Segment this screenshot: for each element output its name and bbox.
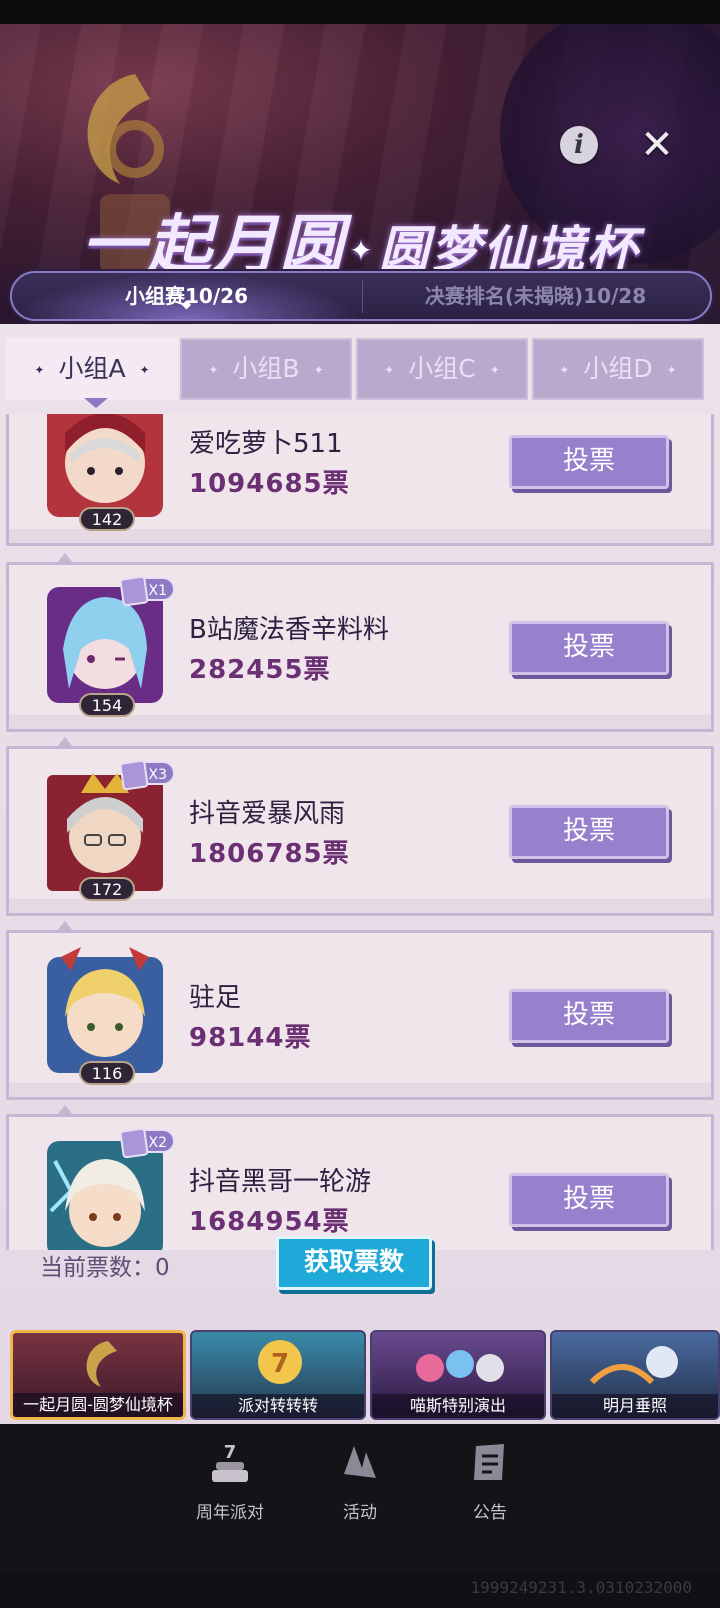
current-votes: 当前票数：0 [40, 1248, 170, 1282]
info-button[interactable]: i [560, 126, 598, 164]
level-badge: 154 [79, 693, 135, 717]
event-card[interactable]: 喵斯特别演出 [370, 1330, 546, 1420]
notice-icon [474, 1444, 504, 1480]
tab-group-d[interactable]: ✦ 小组D ✦ [532, 338, 704, 400]
close-button[interactable]: ✕ [636, 124, 678, 166]
vote-button[interactable]: 投票 [509, 435, 669, 489]
contestant-name: 爱吃萝卜511 [189, 429, 343, 459]
nav-label: 公告 [473, 1503, 507, 1523]
group-tabs: ✦ 小组A ✦ ✦ 小组B ✦ ✦ 小组C ✦ ✦ 小组D ✦ [0, 332, 720, 408]
tab-group-c[interactable]: ✦ 小组C ✦ [356, 338, 528, 400]
svg-text:7: 7 [271, 1349, 289, 1379]
nav-item-activity[interactable]: 活动 [310, 1438, 410, 1523]
activity-icon [344, 1446, 376, 1478]
event-card[interactable]: 7 派对转转转 [190, 1330, 366, 1420]
level-badge: 116 [79, 1061, 135, 1085]
nav-item-notice[interactable]: 公告 [440, 1438, 540, 1523]
tab-label: 小组D [583, 354, 653, 383]
contestant-name: 抖音黑哥一轮游 [189, 1167, 372, 1197]
nav-label: 周年派对 [196, 1503, 264, 1523]
event-card[interactable]: 明月垂照 [550, 1330, 720, 1420]
build-version: 1999249231.3.0310232000 [470, 1578, 692, 1597]
event-label: 喵斯特别演出 [372, 1394, 544, 1418]
red-hood-girl-icon: 142 [41, 414, 173, 533]
blue-hair-girl-icon: X1 154 [41, 577, 175, 719]
list-item: X2 抖音黑哥一轮游 1684954票 投票 [6, 1105, 714, 1250]
svg-text:7: 7 [224, 1442, 237, 1463]
tab-group-a[interactable]: ✦ 小组A ✦ [6, 338, 178, 408]
anniversary-cake-icon: 7 [212, 1442, 248, 1482]
list-item: 116 驻足 98144票 投票 [6, 921, 714, 1100]
tab-group-b[interactable]: ✦ 小组B ✦ [180, 338, 352, 400]
contestant-name: B站魔法香辛料料 [189, 615, 389, 645]
vote-button[interactable]: 投票 [509, 989, 669, 1043]
vote-count: 98144票 [189, 1023, 312, 1053]
vote-count: 282455票 [189, 655, 331, 685]
blonde-girl-icon: 116 [41, 947, 173, 1087]
contestant-list[interactable]: 142 爱吃萝卜511 1094685票 投票 X1 154 B站魔法香辛料料 … [0, 414, 720, 1250]
multiplier-badge: X1 [125, 577, 175, 601]
title-star-icon: ✦ [349, 234, 375, 268]
bottom-nav: 7 周年派对 活动 公告 [0, 1424, 720, 1574]
tab-label: 小组A [58, 354, 126, 383]
contestant-name: 驻足 [189, 983, 242, 1013]
vote-count: 1684954票 [189, 1207, 350, 1237]
multiplier-badge: X2 [125, 1129, 175, 1153]
nav-item-anniversary[interactable]: 7 周年派对 [180, 1438, 280, 1523]
vote-count: 1094685票 [189, 469, 350, 499]
list-item: X1 154 B站魔法香辛料料 282455票 投票 [6, 553, 714, 732]
nav-label: 活动 [343, 1503, 377, 1523]
level-badge: 172 [79, 877, 135, 901]
tab-final-ranking[interactable]: 决赛排名(未揭晓)10/28 [361, 273, 710, 319]
event-card[interactable]: 一起月圆-圆梦仙境杯 [10, 1330, 186, 1420]
white-hair-mage-icon: X2 [41, 1129, 175, 1250]
vote-button[interactable]: 投票 [509, 1173, 669, 1227]
get-votes-button[interactable]: 获取票数 [276, 1236, 432, 1290]
vote-count: 1806785票 [189, 839, 350, 869]
vote-button[interactable]: 投票 [509, 805, 669, 859]
status-bar [0, 0, 720, 24]
multiplier-badge: X3 [125, 761, 175, 785]
crowned-elder-icon: X3 172 [41, 761, 175, 903]
list-item: 142 爱吃萝卜511 1094685票 投票 [6, 414, 714, 546]
current-votes-label: 当前票数： [40, 1255, 155, 1281]
level-badge: 142 [79, 507, 135, 531]
event-label: 派对转转转 [192, 1394, 364, 1418]
event-label: 明月垂照 [552, 1394, 718, 1418]
tab-label: 小组B [232, 354, 300, 383]
list-item: X3 172 抖音爱暴风雨 1806785票 投票 [6, 737, 714, 916]
stage-tabs: 小组赛10/26 决赛排名(未揭晓)10/28 [10, 271, 712, 321]
event-label: 一起月圆-圆梦仙境杯 [13, 1393, 183, 1417]
event-carousel[interactable]: 一起月圆-圆梦仙境杯 7 派对转转转 喵斯特别演出 明月垂照 [0, 1330, 720, 1422]
tab-group-stage[interactable]: 小组赛10/26 [12, 273, 361, 319]
vote-button[interactable]: 投票 [509, 621, 669, 675]
current-votes-value: 0 [155, 1255, 170, 1281]
tab-label: 小组C [408, 354, 476, 383]
contestant-name: 抖音爱暴风雨 [189, 799, 346, 829]
